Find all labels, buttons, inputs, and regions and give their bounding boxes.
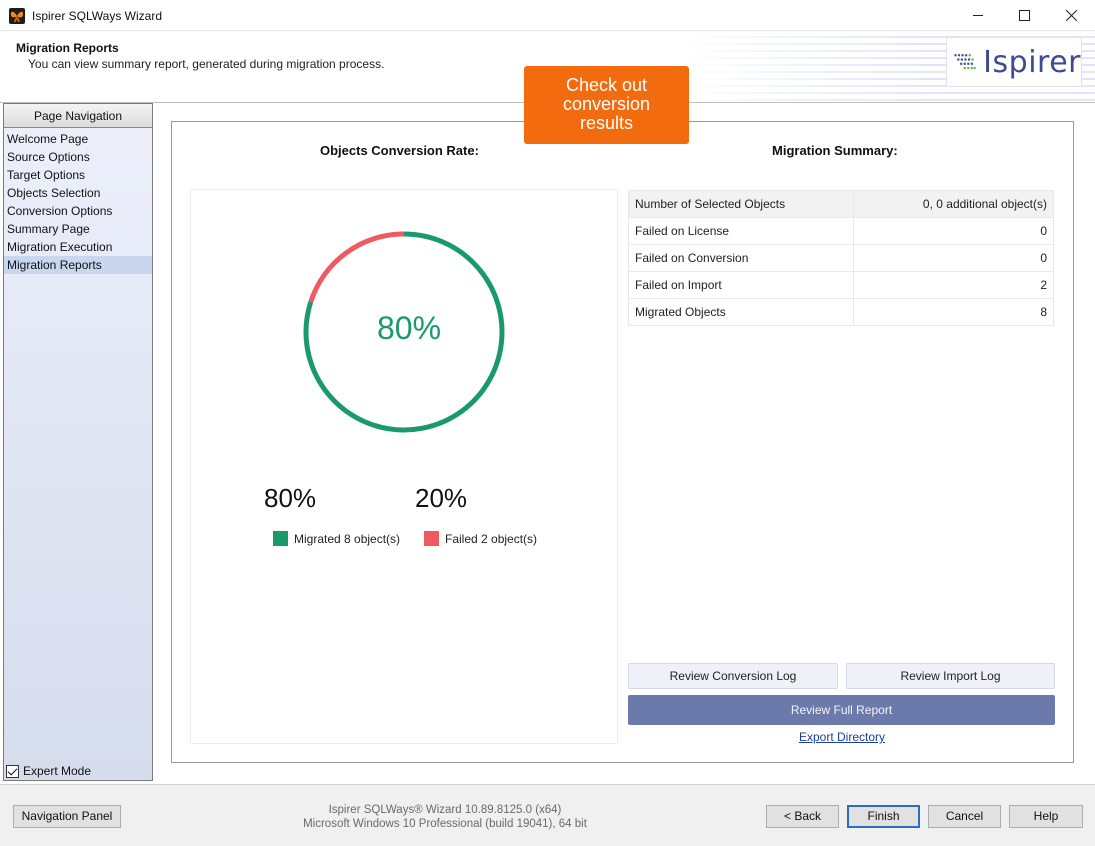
review-full-report-button[interactable]: Review Full Report — [628, 695, 1055, 725]
expert-mode-label: Expert Mode — [23, 764, 92, 778]
minimize-icon — [972, 15, 983, 16]
nav-item-summary-page[interactable]: Summary Page — [4, 220, 152, 238]
table-row: Migrated Objects 8 — [628, 298, 1054, 326]
logo-wordmark: Ispirer — [983, 44, 1081, 80]
nav-item-objects-selection[interactable]: Objects Selection — [4, 184, 152, 202]
failed-percentage: 20% — [415, 483, 468, 513]
nav-item-migration-reports[interactable]: Migration Reports — [4, 256, 152, 274]
summary-value: 0 — [853, 244, 1054, 272]
table-row: Failed on Conversion 0 — [628, 244, 1054, 272]
expert-mode-toggle[interactable]: Expert Mode — [6, 764, 91, 778]
legend-failed-label: Failed 2 object(s) — [445, 531, 538, 546]
window-title: Ispirer SQLWays Wizard — [32, 9, 163, 23]
legend-migrated: Migrated 8 object(s) — [273, 531, 400, 546]
nav-item-target-options[interactable]: Target Options — [4, 166, 152, 184]
navigation-panel-button[interactable]: Navigation Panel — [13, 805, 121, 828]
close-icon — [1065, 10, 1077, 21]
back-button[interactable]: < Back — [766, 805, 839, 828]
version-line-os: Microsoft Windows 10 Professional (build… — [303, 818, 587, 830]
conversion-rate-center-label: 80% — [377, 310, 442, 346]
failed-arc — [308, 231, 404, 303]
conversion-results-callout: Check out conversion results — [524, 66, 689, 144]
summary-value: 8 — [853, 298, 1054, 326]
minimize-button[interactable] — [955, 0, 1001, 31]
summary-value: 2 — [853, 271, 1054, 299]
callout-line: results — [579, 113, 633, 133]
legend-failed: Failed 2 object(s) — [424, 531, 537, 546]
page-subtitle: You can view summary report, generated d… — [28, 57, 385, 71]
conversion-rate-title: Objects Conversion Rate: — [320, 143, 479, 158]
summary-label: Failed on Import — [628, 271, 854, 299]
page-title: Migration Reports — [16, 41, 119, 55]
expert-mode-checkbox[interactable] — [6, 764, 19, 778]
finish-button[interactable]: Finish — [847, 805, 920, 828]
export-directory-link[interactable]: Export Directory — [799, 730, 885, 744]
version-line-product: Ispirer SQLWays® Wizard 10.89.8125.0 (x6… — [328, 804, 562, 816]
help-button[interactable]: Help — [1009, 805, 1083, 828]
review-conversion-log-button[interactable]: Review Conversion Log — [628, 663, 838, 689]
migrated-swatch — [273, 531, 288, 546]
failed-swatch — [424, 531, 439, 546]
legend-migrated-label: Migrated 8 object(s) — [294, 531, 401, 546]
page-navigation-panel: Page Navigation Welcome Page Source Opti… — [3, 103, 153, 781]
wizard-footer: Navigation Panel Ispirer SQLWays® Wizard… — [0, 784, 1095, 846]
page-navigation-list: Welcome Page Source Options Target Optio… — [4, 130, 152, 274]
summary-label: Number of Selected Objects — [628, 190, 854, 218]
page-navigation-heading: Page Navigation — [4, 104, 152, 128]
logo-dots-icon — [954, 54, 976, 70]
nav-item-welcome-page[interactable]: Welcome Page — [4, 130, 152, 148]
title-bar: Ispirer SQLWays Wizard — [0, 0, 1095, 31]
migration-summary-title: Migration Summary: — [772, 143, 898, 158]
callout-line: Check out — [565, 75, 648, 95]
review-import-log-button[interactable]: Review Import Log — [846, 663, 1055, 689]
summary-value: 0 — [853, 217, 1054, 245]
summary-value: 0, 0 additional object(s) — [853, 190, 1054, 218]
table-row: Number of Selected Objects 0, 0 addition… — [628, 190, 1054, 218]
close-button[interactable] — [1048, 0, 1094, 31]
nav-item-source-options[interactable]: Source Options — [4, 148, 152, 166]
version-info: Ispirer SQLWays® Wizard 10.89.8125.0 (x6… — [290, 803, 600, 831]
migrated-percentage: 80% — [264, 483, 317, 513]
maximize-button[interactable] — [1001, 0, 1047, 31]
summary-label: Failed on Conversion — [628, 244, 854, 272]
table-row: Failed on Import 2 — [628, 271, 1054, 299]
nav-item-conversion-options[interactable]: Conversion Options — [4, 202, 152, 220]
cancel-button[interactable]: Cancel — [928, 805, 1001, 828]
nav-item-migration-execution[interactable]: Migration Execution — [4, 238, 152, 256]
maximize-icon — [1018, 10, 1030, 21]
summary-label: Failed on License — [628, 217, 854, 245]
app-butterfly-icon — [9, 8, 25, 24]
summary-label: Migrated Objects — [628, 298, 854, 326]
table-row: Failed on License 0 — [628, 217, 1054, 245]
callout-line: conversion — [562, 94, 651, 114]
migration-summary-table: Number of Selected Objects 0, 0 addition… — [628, 190, 1054, 326]
ispirer-logo: Ispirer — [946, 37, 1082, 87]
